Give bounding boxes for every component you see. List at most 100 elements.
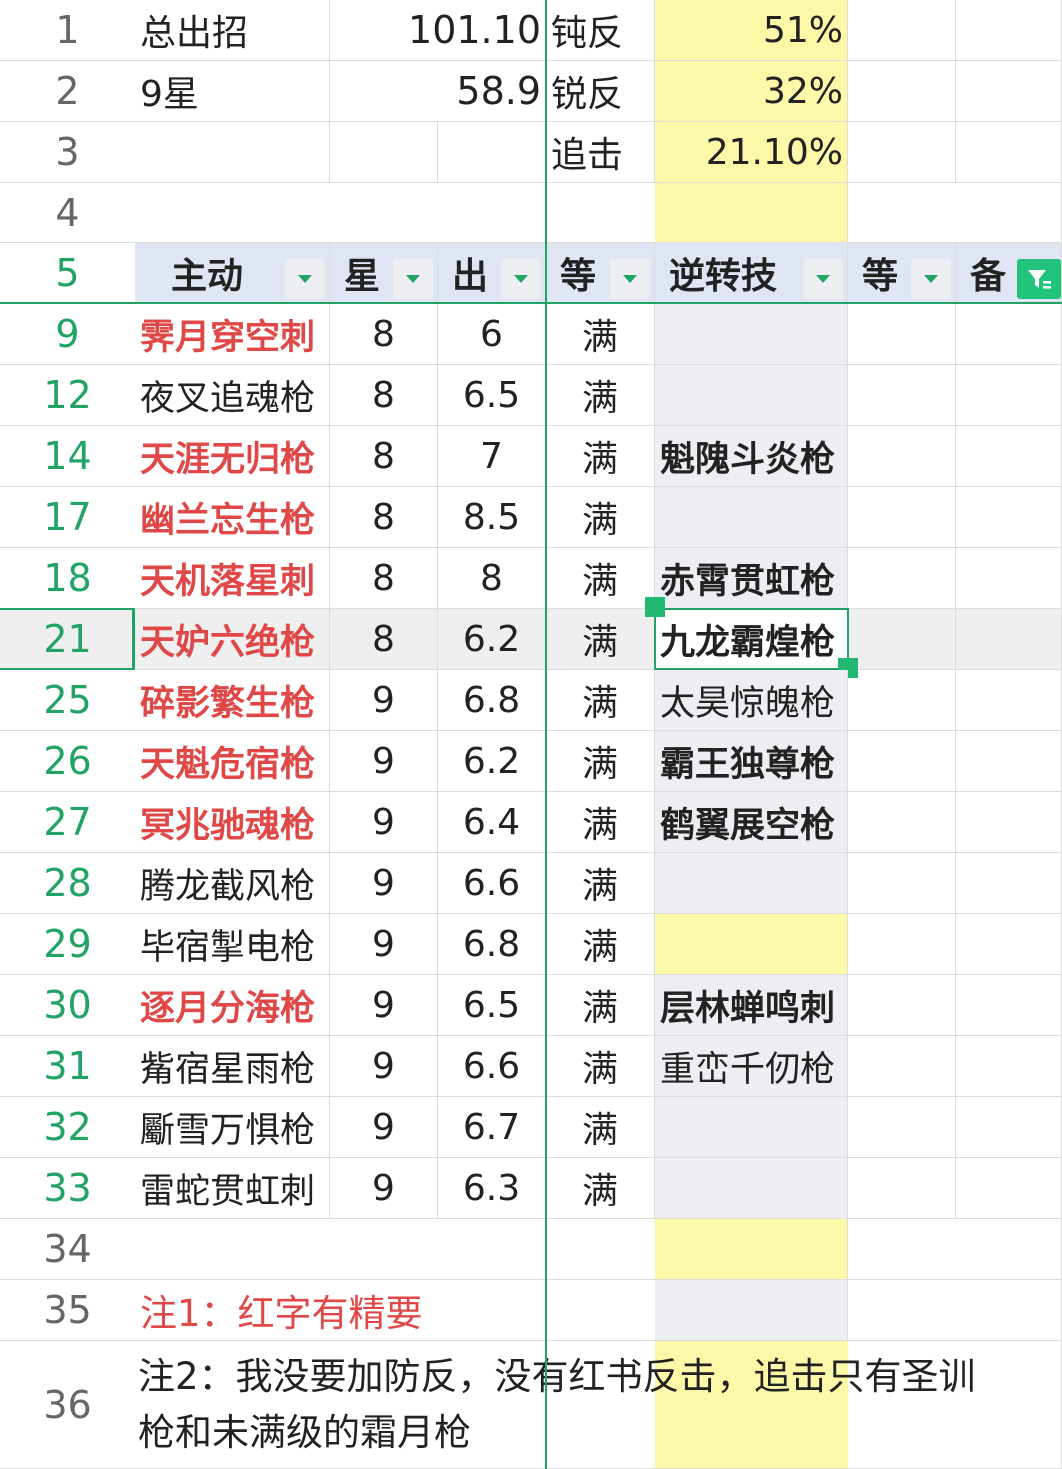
cell[interactable] [848,0,956,61]
yellow-cell[interactable] [655,183,848,243]
row-header[interactable]: 30 [0,975,135,1036]
output-cell[interactable]: 6.2 [438,609,546,670]
output-cell[interactable]: 6 [438,304,546,365]
skill-name[interactable]: 天涯无归枪 [135,426,330,487]
row-header[interactable]: 28 [0,853,135,914]
level-cell[interactable]: 满 [546,426,655,487]
output-cell[interactable]: 6.6 [438,853,546,914]
skill-name[interactable]: 天魁危宿枪 [135,731,330,792]
star-cell[interactable]: 8 [330,365,438,426]
dropdown-arrow-icon[interactable] [803,259,843,299]
summary-pct[interactable]: 21.10% [655,122,848,183]
cell[interactable] [848,975,956,1036]
level-cell[interactable]: 满 [546,548,655,609]
cell[interactable] [848,792,956,853]
output-cell[interactable]: 6.5 [438,975,546,1036]
dropdown-arrow-icon[interactable] [610,259,650,299]
level-cell[interactable]: 满 [546,1097,655,1158]
level-cell[interactable]: 满 [546,670,655,731]
cell[interactable] [956,487,1062,548]
summary-label[interactable]: 总出招 [135,0,330,61]
cell[interactable] [848,1097,956,1158]
selection-handle-icon[interactable] [645,597,665,617]
star-cell[interactable]: 9 [330,731,438,792]
cell[interactable] [956,853,1062,914]
cell[interactable] [956,304,1062,365]
empty-row[interactable] [135,183,1062,243]
reversal-skill[interactable]: 鹤翼展空枪 [655,792,848,853]
output-cell[interactable]: 6.2 [438,731,546,792]
note-1[interactable]: 注1：红字有精要 [135,1280,1062,1341]
filter-active-icon[interactable] [1017,259,1061,299]
cell[interactable] [956,731,1062,792]
star-cell[interactable]: 9 [330,853,438,914]
reversal-skill[interactable] [655,365,848,426]
star-cell[interactable]: 9 [330,1158,438,1219]
row-header[interactable]: 5 [0,243,135,304]
row-header[interactable]: 17 [0,487,135,548]
row-header[interactable]: 36 [0,1341,135,1469]
note-2[interactable]: 注2：我没要加防反，没有红书反击，追击只有圣训 枪和未满级的霜月枪 [135,1341,1062,1469]
level-cell[interactable]: 满 [546,975,655,1036]
cell[interactable] [848,304,956,365]
row-header[interactable]: 3 [0,122,135,183]
star-cell[interactable]: 9 [330,975,438,1036]
summary-pct[interactable]: 51% [655,0,848,61]
level-cell[interactable]: 满 [546,731,655,792]
row-header[interactable]: 25 [0,670,135,731]
row-header[interactable]: 27 [0,792,135,853]
empty-row[interactable] [135,1219,1062,1280]
summary-key[interactable]: 追击 [546,122,655,183]
reversal-skill[interactable] [655,853,848,914]
reversal-skill[interactable]: 太昊惊魄枪 [655,670,848,731]
cell[interactable] [135,122,330,183]
row-header[interactable]: 32 [0,1097,135,1158]
skill-name[interactable]: 冥兆驰魂枪 [135,792,330,853]
star-cell[interactable]: 8 [330,426,438,487]
cell[interactable] [848,365,956,426]
reversal-skill[interactable]: 层林蝉鸣刺 [655,975,848,1036]
output-cell[interactable]: 6.8 [438,670,546,731]
output-cell[interactable]: 6.4 [438,792,546,853]
cell[interactable] [438,122,546,183]
cell[interactable] [956,792,1062,853]
summary-value[interactable]: 58.9 [330,61,546,122]
row-header[interactable]: 35 [0,1280,135,1341]
level-cell[interactable]: 满 [546,1158,655,1219]
output-cell[interactable]: 6.6 [438,1036,546,1097]
cell[interactable] [956,365,1062,426]
level-cell[interactable]: 满 [546,1036,655,1097]
skill-name[interactable]: 夜叉追魂枪 [135,365,330,426]
cell[interactable] [848,1036,956,1097]
star-cell[interactable]: 9 [330,792,438,853]
row-header[interactable]: 26 [0,731,135,792]
cell[interactable] [848,487,956,548]
reversal-skill[interactable] [655,1158,848,1219]
reversal-skill[interactable]: 重峦千仞枪 [655,1036,848,1097]
column-header[interactable]: 备 [956,243,1062,304]
output-cell[interactable]: 6.8 [438,914,546,975]
summary-key[interactable]: 钝反 [546,0,655,61]
row-header[interactable]: 14 [0,426,135,487]
cell[interactable] [956,548,1062,609]
yellow-cell[interactable] [655,1219,848,1280]
summary-pct[interactable]: 32% [655,61,848,122]
gray-cell[interactable] [655,1280,848,1341]
cell[interactable] [848,670,956,731]
summary-value[interactable]: 101.10 [330,0,546,61]
dropdown-arrow-icon[interactable] [911,259,951,299]
summary-label[interactable]: 9星 [135,61,330,122]
output-cell[interactable]: 6.7 [438,1097,546,1158]
cell[interactable] [956,0,1062,61]
cell[interactable] [848,731,956,792]
skill-name[interactable]: 幽兰忘生枪 [135,487,330,548]
output-cell[interactable]: 8 [438,548,546,609]
row-header[interactable]: 4 [0,183,135,243]
cell[interactable] [848,426,956,487]
output-cell[interactable]: 8.5 [438,487,546,548]
cell[interactable] [956,975,1062,1036]
skill-name[interactable]: 天机落星刺 [135,548,330,609]
row-header[interactable]: 18 [0,548,135,609]
level-cell[interactable]: 满 [546,609,655,670]
star-cell[interactable]: 9 [330,1097,438,1158]
